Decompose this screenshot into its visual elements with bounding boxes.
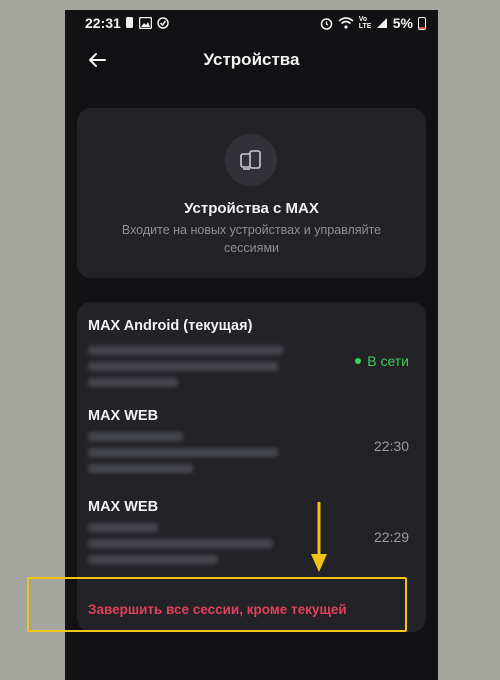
session-detail-blurred (88, 523, 158, 532)
status-time: 22:31 (85, 15, 121, 31)
session-name: MAX WEB (88, 499, 159, 515)
network-label: Vo LTE (358, 16, 372, 30)
status-bar: 22:31 Vo LTE 5% (65, 10, 438, 38)
hero-subtitle: Входите на новых устройствах и управляйт… (121, 223, 382, 255)
devices-icon-container (225, 134, 277, 186)
session-item[interactable]: MAX Android (текущая) В сети (77, 318, 426, 398)
session-detail-blurred (88, 539, 273, 548)
session-status: 22:29 (373, 529, 409, 545)
hero-title: Устройства с MAX (184, 200, 319, 217)
notification-icon (126, 17, 133, 28)
session-status: 22:30 (373, 438, 409, 454)
session-item[interactable]: MAX WEB 22:30 (77, 408, 426, 488)
online-dot-icon (355, 358, 362, 364)
page-title: Устройства (203, 50, 300, 69)
status-left-icons (125, 16, 169, 29)
session-name: MAX Android (текущая) (88, 318, 253, 334)
alarm-icon (320, 17, 333, 30)
status-right: Vo LTE 5% (320, 15, 426, 31)
devices-info-card: Устройства с MAX Входите на новых устрой… (77, 108, 426, 278)
battery-percent: 5% (392, 15, 413, 31)
annotation-arrow-icon (311, 502, 327, 572)
session-status: В сети (367, 353, 409, 369)
session-detail-blurred (88, 555, 218, 564)
session-detail-blurred (88, 378, 178, 387)
devices-icon (240, 150, 261, 170)
session-detail-blurred (88, 448, 278, 457)
session-detail-blurred (88, 346, 283, 355)
session-detail-blurred (88, 464, 193, 473)
app-bar: Устройства (65, 38, 438, 82)
check-circle-icon (157, 16, 169, 29)
session-detail-blurred (88, 432, 183, 441)
battery-icon (418, 16, 426, 30)
session-name: MAX WEB (88, 408, 159, 424)
gallery-icon (139, 16, 152, 29)
session-detail-blurred (88, 362, 278, 371)
annotation-highlight-box (27, 577, 407, 632)
session-online-status: В сети (355, 353, 409, 369)
wifi-icon (338, 17, 354, 29)
session-item[interactable]: MAX WEB 22:29 (77, 499, 426, 579)
signal-icon (376, 18, 387, 28)
